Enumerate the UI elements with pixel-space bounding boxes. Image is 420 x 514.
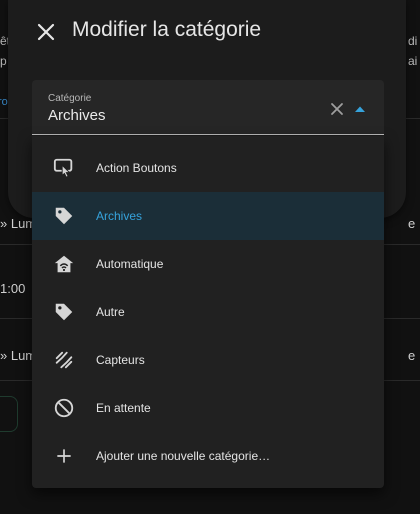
cancel-icon (52, 396, 76, 420)
home-automation-icon (52, 252, 76, 276)
category-field-value: Archives (48, 107, 106, 124)
menu-item-en-attente[interactable]: En attente (32, 384, 384, 432)
bg-link-fragment: ro (0, 96, 8, 108)
clear-selection-button[interactable] (328, 100, 346, 118)
sensor-icon (52, 348, 76, 372)
menu-item-label: En attente (96, 401, 151, 415)
tag-icon (52, 204, 76, 228)
menu-top-padding (32, 136, 384, 144)
menu-item-archives[interactable]: Archives (32, 192, 384, 240)
screen: êt p di ai ro » Lum e 1:00 » Lum e Modif… (0, 0, 420, 514)
menu-item-action-boutons[interactable]: Action Boutons (32, 144, 384, 192)
menu-item-capteurs[interactable]: Capteurs (32, 336, 384, 384)
bg-chip (0, 396, 18, 432)
close-dialog-button[interactable] (34, 20, 58, 44)
menu-item-label: Automatique (96, 257, 164, 271)
menu-item-autre[interactable]: Autre (32, 288, 384, 336)
category-field-label: Catégorie (48, 93, 92, 104)
tag-icon (52, 300, 76, 324)
close-icon (37, 23, 55, 41)
bg-row-text: 1:00 (0, 281, 26, 296)
bg-text-fragment: di (408, 34, 418, 48)
menu-item-label: Capteurs (96, 353, 145, 367)
bg-text-fragment: p (0, 54, 7, 68)
bg-row-text: » Lum (0, 348, 37, 363)
bg-row-text: e (408, 348, 416, 363)
menu-item-label: Action Boutons (96, 161, 177, 175)
field-underline (32, 134, 384, 135)
plus-icon (52, 444, 76, 468)
bg-text-fragment: ai (408, 54, 418, 68)
dialog-title: Modifier la catégorie (72, 18, 262, 41)
menu-item-label: Archives (96, 209, 143, 223)
bg-row-text: » Lum (0, 216, 37, 231)
category-select[interactable]: Catégorie Archives (32, 80, 384, 135)
dropdown-toggle-button[interactable] (354, 104, 366, 114)
menu-item-label: Ajouter une nouvelle catégorie… (96, 449, 271, 463)
menu-item-add-category[interactable]: Ajouter une nouvelle catégorie… (32, 432, 384, 480)
menu-item-label: Autre (96, 305, 125, 319)
close-icon (331, 103, 343, 115)
bg-row-text: e (408, 216, 416, 231)
menu-item-automatique[interactable]: Automatique (32, 240, 384, 288)
gesture-tap-icon (52, 156, 76, 180)
caret-up-icon (355, 106, 365, 112)
category-dropdown-menu: Action Boutons Archives Automatique Autr… (32, 136, 384, 488)
